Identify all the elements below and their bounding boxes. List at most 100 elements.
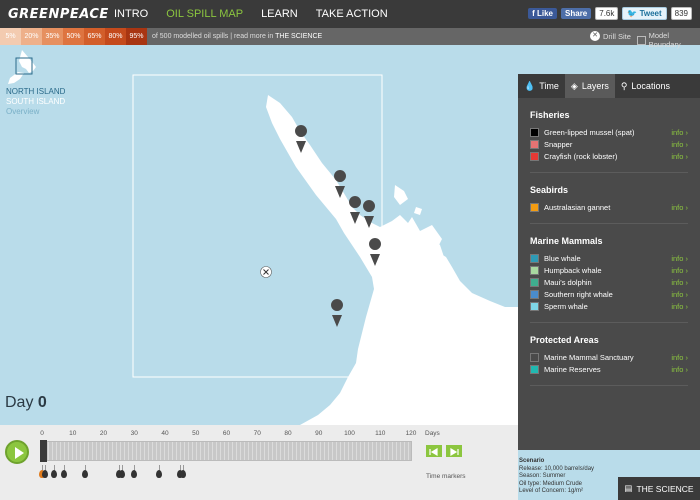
info-link[interactable]: info › bbox=[671, 266, 688, 275]
section-fisheries: Fisheries Green-lipped mussel (spat) info … bbox=[518, 110, 700, 173]
layer-row[interactable]: Blue whale info › bbox=[530, 252, 688, 264]
nav-take-action[interactable]: TAKE ACTION bbox=[316, 8, 388, 20]
timeline-tick-label: 10 bbox=[69, 430, 77, 437]
layer-label: Marine Reserves bbox=[544, 364, 601, 374]
pin-icon: ⚲ bbox=[620, 80, 628, 91]
info-link[interactable]: info › bbox=[671, 290, 688, 299]
timeline-tick-label: 70 bbox=[253, 430, 261, 437]
layer-checkbox[interactable] bbox=[530, 151, 539, 161]
layer-checkbox[interactable] bbox=[530, 289, 539, 299]
time-marker[interactable] bbox=[118, 470, 125, 478]
layer-row[interactable]: Green-lipped mussel (spat) info › bbox=[530, 126, 688, 138]
tab-layers[interactable]: ◈ Layers bbox=[564, 74, 615, 98]
south-island-link[interactable]: SOUTH ISLAND bbox=[6, 97, 65, 107]
drill-site-marker[interactable] bbox=[260, 266, 272, 278]
layer-checkbox[interactable] bbox=[530, 253, 539, 263]
nav-learn[interactable]: LEARN bbox=[261, 8, 298, 20]
island-selector: NORTH ISLAND SOUTH ISLAND Overview bbox=[6, 87, 65, 117]
timeline-tick-label: 40 bbox=[161, 430, 169, 437]
section-title: Fisheries bbox=[530, 110, 570, 120]
facebook-count: 7.6k bbox=[595, 7, 619, 20]
timeline-tick-label: 50 bbox=[192, 430, 200, 437]
layer-row[interactable]: Marine Reserves info › bbox=[530, 363, 688, 375]
timeline-track[interactable] bbox=[40, 441, 412, 461]
tab-locations[interactable]: ⚲ Locations bbox=[615, 74, 676, 98]
layer-checkbox[interactable] bbox=[530, 277, 539, 287]
layer-row[interactable]: Marine Mammal Sanctuary info › bbox=[530, 351, 688, 363]
info-link[interactable]: info › bbox=[671, 365, 688, 374]
chevron-right-icon: › bbox=[683, 301, 688, 311]
layer-row[interactable]: Snapper info › bbox=[530, 138, 688, 150]
layer-row[interactable]: Maui's dolphin info › bbox=[530, 276, 688, 288]
overview-link[interactable]: Overview bbox=[6, 107, 65, 117]
model-boundary-checkbox[interactable] bbox=[637, 35, 646, 45]
time-marker[interactable] bbox=[51, 470, 58, 478]
info-link[interactable]: info › bbox=[671, 128, 688, 137]
probability-legend-bar: 5% 20% 35% 50% 65% 80% 95% of 500 modell… bbox=[0, 28, 700, 49]
info-link[interactable]: info › bbox=[671, 353, 688, 362]
facebook-like-button[interactable]: f Like bbox=[528, 8, 558, 19]
layer-row[interactable]: Sperm whale info › bbox=[530, 300, 688, 312]
map-pin[interactable] bbox=[331, 299, 344, 327]
layer-checkbox[interactable] bbox=[530, 352, 539, 362]
peninsula-east bbox=[394, 185, 408, 205]
info-link[interactable]: info › bbox=[671, 302, 688, 311]
time-marker[interactable] bbox=[155, 470, 162, 478]
time-marker[interactable] bbox=[131, 470, 138, 478]
chevron-right-icon: › bbox=[683, 352, 688, 362]
step-back-button[interactable] bbox=[426, 445, 442, 457]
facebook-share-button[interactable]: Share bbox=[561, 8, 592, 19]
panel-tabs: 💧 Time ◈ Layers ⚲ Locations bbox=[518, 74, 700, 98]
nav-intro[interactable]: INTRO bbox=[114, 8, 148, 20]
days-label: Days bbox=[425, 430, 440, 437]
layer-label: Green-lipped mussel (spat) bbox=[544, 127, 635, 137]
day-readout: Day 0 bbox=[5, 394, 47, 411]
step-back-icon bbox=[429, 447, 438, 457]
nav-oil-spill-map[interactable]: OIL SPILL MAP bbox=[166, 8, 243, 20]
layers-icon: ◈ bbox=[570, 80, 578, 91]
layer-row[interactable]: Crayfish (rock lobster) info › bbox=[530, 150, 688, 162]
time-marker[interactable] bbox=[60, 470, 67, 478]
tweet-button[interactable]: 🐦 Tweet bbox=[622, 7, 667, 20]
info-link[interactable]: info › bbox=[671, 278, 688, 287]
nz-inset-map[interactable] bbox=[8, 50, 36, 84]
layer-row[interactable]: Australasian gannet info › bbox=[530, 201, 688, 213]
time-marker[interactable] bbox=[82, 470, 89, 478]
layer-checkbox[interactable] bbox=[530, 265, 539, 275]
timeline-thumb[interactable] bbox=[40, 440, 47, 462]
probability-cell-5: 5% bbox=[0, 28, 21, 45]
layer-checkbox[interactable] bbox=[530, 139, 539, 149]
info-link[interactable]: info › bbox=[671, 254, 688, 263]
time-marker[interactable] bbox=[42, 470, 49, 478]
time-marker[interactable] bbox=[180, 470, 187, 478]
layer-checkbox[interactable] bbox=[530, 127, 539, 137]
info-link[interactable]: info › bbox=[671, 203, 688, 212]
timeline-tick-label: 90 bbox=[315, 430, 323, 437]
the-science-button[interactable]: ▤ THE SCIENCE bbox=[618, 477, 700, 500]
north-island-link[interactable]: NORTH ISLAND bbox=[6, 87, 65, 97]
probability-cell-35: 35% bbox=[42, 28, 63, 45]
land-mass bbox=[230, 95, 518, 450]
scenario-info: Scenario Release: 10,000 barrels/day Sea… bbox=[519, 458, 595, 494]
layer-label: Southern right whale bbox=[544, 289, 613, 299]
timeline-tick-label: 120 bbox=[405, 430, 417, 437]
layer-checkbox[interactable] bbox=[530, 364, 539, 374]
drill-site-toggle[interactable]: ✕ Drill Site bbox=[590, 31, 631, 41]
step-forward-button[interactable] bbox=[446, 445, 462, 457]
chevron-right-icon: › bbox=[683, 253, 688, 263]
info-link[interactable]: info › bbox=[671, 152, 688, 161]
science-link[interactable]: THE SCIENCE bbox=[275, 33, 322, 40]
layer-row[interactable]: Humpback whale info › bbox=[530, 264, 688, 276]
chevron-right-icon: › bbox=[683, 277, 688, 287]
info-link[interactable]: info › bbox=[671, 140, 688, 149]
layer-row[interactable]: Southern right whale info › bbox=[530, 288, 688, 300]
layer-checkbox[interactable] bbox=[530, 202, 539, 212]
layer-label: Sperm whale bbox=[544, 301, 588, 311]
greenpeace-logo[interactable]: GREENPEACE bbox=[8, 7, 108, 22]
play-button[interactable] bbox=[5, 440, 29, 464]
social-buttons: f Like Share 7.6k 🐦 Tweet 839 bbox=[528, 7, 692, 20]
tab-time[interactable]: 💧 Time bbox=[518, 74, 565, 98]
probability-cell-20: 20% bbox=[21, 28, 42, 45]
layer-checkbox[interactable] bbox=[530, 301, 539, 311]
probability-cell-95: 95% bbox=[126, 28, 147, 45]
